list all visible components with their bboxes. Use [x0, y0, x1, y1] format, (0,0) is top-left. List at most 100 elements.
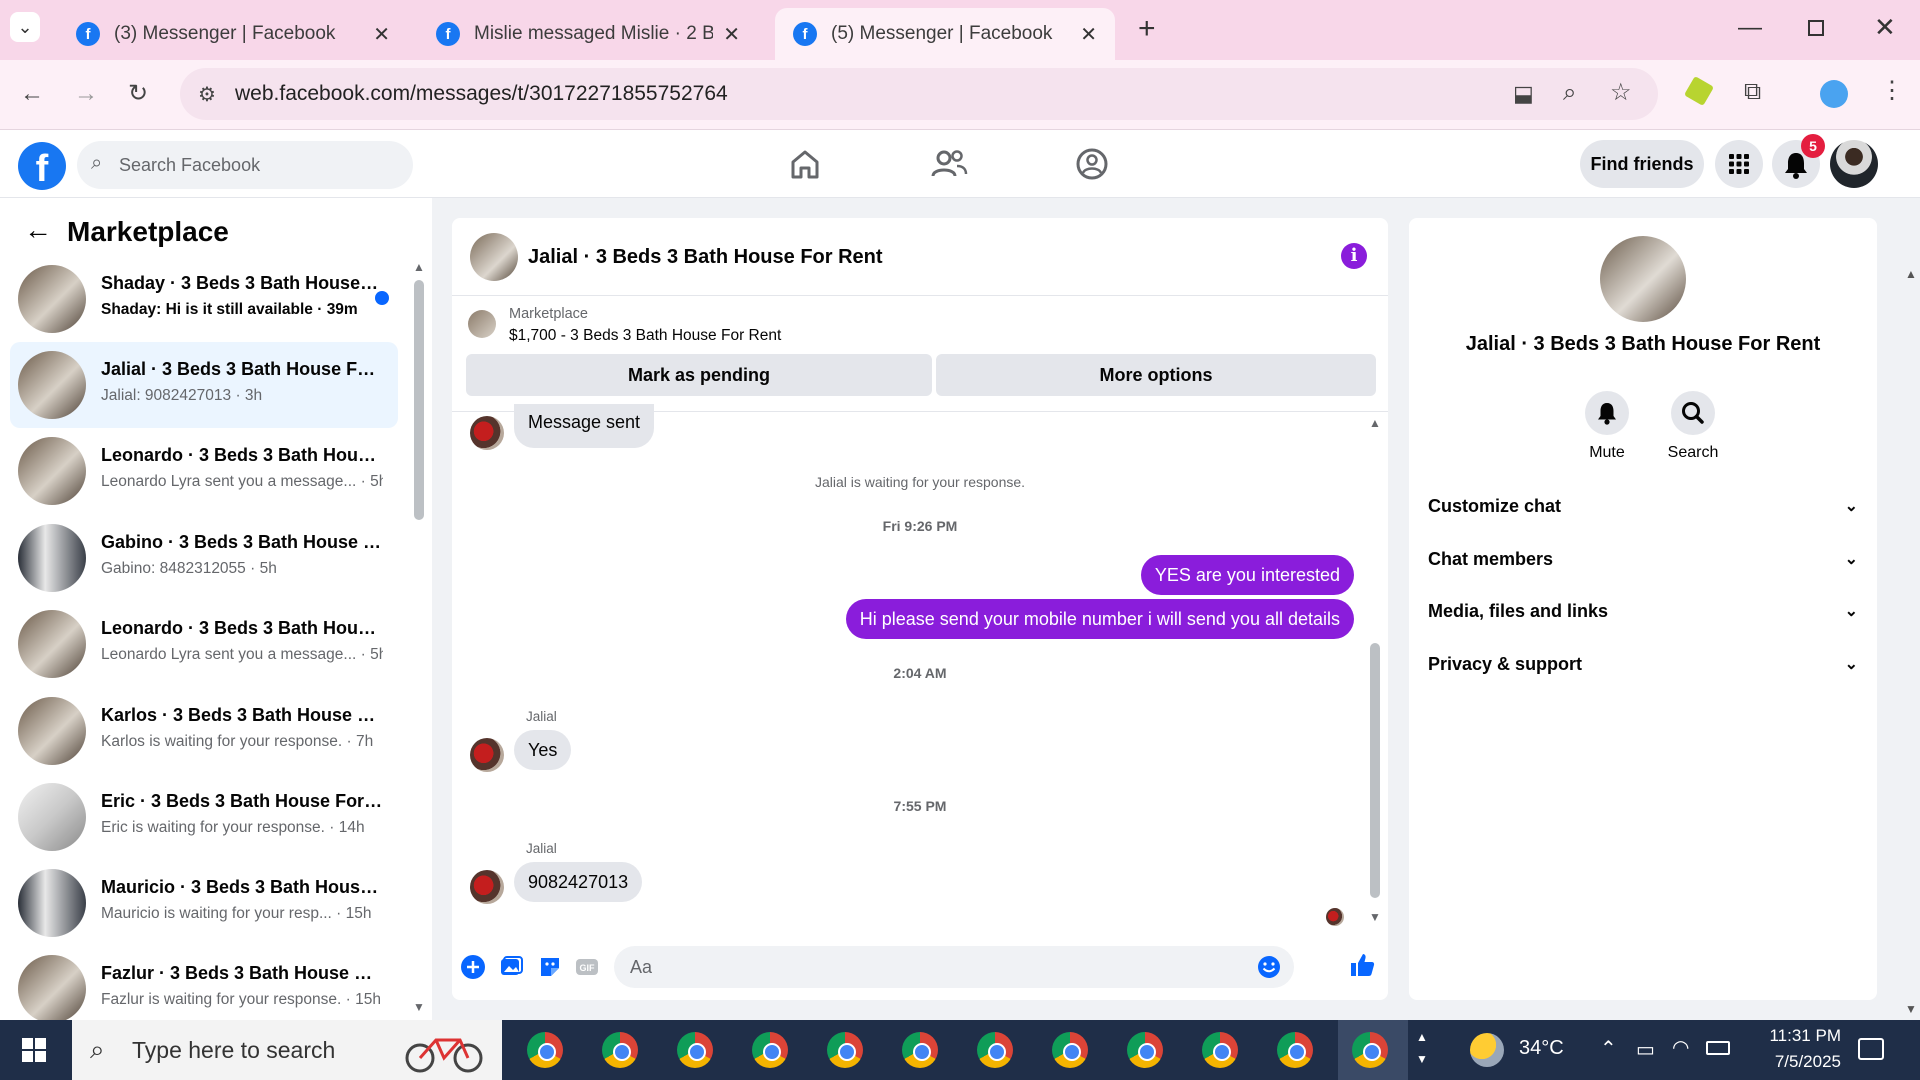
message-bubble-incoming[interactable]: 9082427013	[514, 862, 643, 902]
conversation-item[interactable]: Eric · 3 Beds 3 Bath House For Rent Eric…	[10, 774, 398, 860]
chevron-up-icon[interactable]: ⌃	[1600, 1036, 1617, 1061]
browser-tab-1[interactable]: f (3) Messenger | Facebook ✕	[58, 8, 408, 60]
restore-icon[interactable]	[1808, 20, 1824, 36]
emoji-icon[interactable]	[1257, 955, 1281, 979]
windows-start-icon[interactable]	[22, 1038, 46, 1062]
conversation-item[interactable]: Gabino · 3 Beds 3 Bath House For Rent Ga…	[10, 515, 398, 601]
home-icon[interactable]	[785, 144, 825, 184]
customize-chat-section[interactable]: Customize chat ⌄	[1428, 496, 1858, 517]
conversation-item[interactable]: Fazlur · 3 Beds 3 Bath House For Rent Fa…	[10, 946, 398, 1020]
chrome-taskbar-icon[interactable]	[1202, 1032, 1238, 1068]
forward-arrow-icon[interactable]: →	[74, 80, 98, 108]
message-bubble-incoming[interactable]: Message sent	[514, 404, 655, 448]
message-bubble-outgoing[interactable]: Hi please send your mobile number i will…	[845, 599, 1354, 639]
battery-icon[interactable]	[1706, 1041, 1730, 1055]
site-info-icon[interactable]: ⚙	[198, 82, 216, 107]
browser-menu-icon[interactable]: ⋮	[1880, 76, 1904, 105]
sidebar-scrollbar[interactable]	[414, 280, 424, 520]
conversation-item[interactable]: Shaday · 3 Beds 3 Bath House For Rent Sh…	[10, 256, 398, 342]
chrome-taskbar-icon[interactable]	[602, 1032, 638, 1068]
account-avatar[interactable]	[1830, 140, 1878, 188]
conversation-item[interactable]: Jalial · 3 Beds 3 Bath House For Rent Ja…	[10, 342, 398, 428]
chrome-taskbar-icon[interactable]	[1277, 1032, 1313, 1068]
friends-icon[interactable]	[929, 144, 969, 184]
chrome-taskbar-icon[interactable]	[902, 1032, 938, 1068]
conversation-item[interactable]: Mauricio · 3 Beds 3 Bath House For Rent …	[10, 860, 398, 946]
search-button[interactable]: Search	[1663, 391, 1723, 462]
browser-tab-2[interactable]: f Mislie messaged Mislie · 2 Beds ✕	[418, 8, 758, 60]
close-tab-icon[interactable]: ✕	[1080, 22, 1097, 47]
close-window-icon[interactable]: ✕	[1874, 12, 1896, 43]
install-app-icon[interactable]: ⬓	[1513, 81, 1534, 107]
taskbar-search-placeholder: Type here to search	[132, 1037, 336, 1063]
mark-as-pending-button[interactable]: Mark as pending	[466, 354, 932, 396]
conversation-item[interactable]: Leonardo · 3 Beds 3 Bath House For Rent …	[10, 428, 398, 514]
info-icon[interactable]: i	[1341, 243, 1367, 269]
scroll-down-arrow-icon[interactable]: ▼	[1369, 910, 1381, 924]
chrome-taskbar-icon[interactable]	[677, 1032, 713, 1068]
address-bar[interactable]: ⚙ web.facebook.com/messages/t/3017227185…	[180, 68, 1658, 120]
conversation-item[interactable]: Karlos · 3 Beds 3 Bath House For Rent Ka…	[10, 688, 398, 774]
chat-avatar[interactable]	[470, 233, 518, 281]
weather-icon[interactable]	[1470, 1033, 1504, 1067]
chat-scrollbar[interactable]	[1370, 643, 1380, 898]
sticker-icon[interactable]	[537, 954, 563, 980]
listing-price[interactable]: $1,700 - 3 Beds 3 Bath House For Rent	[509, 327, 781, 345]
profile-extension-icon[interactable]	[1820, 80, 1848, 108]
photo-icon[interactable]	[498, 954, 524, 980]
weather-temperature[interactable]: 34°C	[1519, 1037, 1564, 1060]
device-icon[interactable]: ▭	[1636, 1037, 1655, 1062]
chrome-taskbar-icon[interactable]	[752, 1032, 788, 1068]
new-tab-button[interactable]: +	[1138, 12, 1156, 46]
taskbar-scroll-icon[interactable]: ▲ ▼	[1416, 1026, 1428, 1070]
chrome-taskbar-icon[interactable]	[1052, 1032, 1088, 1068]
find-friends-button[interactable]: Find friends	[1580, 140, 1704, 188]
privacy-support-section[interactable]: Privacy & support ⌄	[1428, 654, 1858, 675]
reload-icon[interactable]: ↻	[128, 79, 148, 108]
close-tab-icon[interactable]: ✕	[373, 22, 390, 47]
page-scroll-up-icon[interactable]: ▲	[1905, 267, 1917, 281]
tab-search-button[interactable]: ⌄	[10, 12, 40, 42]
back-arrow-icon[interactable]: ←	[24, 214, 52, 246]
media-files-links-section[interactable]: Media, files and links ⌄	[1428, 601, 1858, 622]
message-bubble-incoming[interactable]: Yes	[514, 730, 572, 770]
facebook-search-input[interactable]: ⌕ Search Facebook	[77, 141, 413, 189]
wifi-icon[interactable]: ◠	[1672, 1035, 1689, 1060]
clock-date[interactable]: 7/5/2025	[1751, 1052, 1841, 1072]
conversation-item[interactable]: Leonardo · 3 Beds 3 Bath House For Rent …	[10, 601, 398, 687]
chrome-taskbar-icon[interactable]	[1127, 1032, 1163, 1068]
back-arrow-icon[interactable]: ←	[20, 80, 44, 108]
chrome-taskbar-icon[interactable]	[977, 1032, 1013, 1068]
minimize-icon[interactable]: —	[1738, 14, 1762, 42]
notification-center-icon[interactable]	[1858, 1038, 1884, 1060]
chat-members-section[interactable]: Chat members ⌄	[1428, 549, 1858, 570]
gif-icon[interactable]: GIF	[574, 954, 600, 980]
menu-grid-button[interactable]	[1715, 140, 1763, 188]
scroll-down-arrow-icon[interactable]: ▼	[413, 1000, 425, 1014]
taskbar-search[interactable]: ⌕ Type here to search	[72, 1020, 502, 1080]
groups-icon[interactable]	[1072, 144, 1112, 184]
bookmark-star-icon[interactable]: ☆	[1610, 78, 1632, 107]
chat-title[interactable]: Jalial · 3 Beds 3 Bath House For Rent	[528, 246, 883, 269]
page-scroll-down-icon[interactable]: ▼	[1905, 1002, 1917, 1016]
clock-time[interactable]: 11:31 PM	[1751, 1026, 1841, 1046]
scroll-up-arrow-icon[interactable]: ▲	[413, 260, 425, 274]
more-options-button[interactable]: More options	[936, 354, 1376, 396]
url-text[interactable]: web.facebook.com/messages/t/301722718557…	[235, 82, 728, 106]
like-thumb-icon[interactable]	[1348, 951, 1376, 979]
browser-tab-3[interactable]: f (5) Messenger | Facebook ✕	[775, 8, 1115, 60]
message-bubble-outgoing[interactable]: YES are you interested	[1140, 555, 1354, 595]
conversation-avatar[interactable]	[1600, 236, 1686, 322]
chrome-taskbar-icon[interactable]	[527, 1032, 563, 1068]
mute-button[interactable]: Mute	[1577, 391, 1637, 462]
scroll-up-arrow-icon[interactable]: ▲	[1369, 416, 1381, 430]
zoom-icon[interactable]: ⌕	[1563, 79, 1576, 107]
extensions-puzzle-icon[interactable]: ⧉	[1744, 78, 1761, 106]
chrome-taskbar-icon[interactable]	[1352, 1032, 1388, 1068]
chrome-taskbar-icon[interactable]	[827, 1032, 863, 1068]
plus-icon[interactable]	[460, 954, 486, 980]
facebook-logo[interactable]: f	[18, 142, 66, 190]
extension-cube-icon[interactable]	[1683, 75, 1715, 107]
close-tab-icon[interactable]: ✕	[723, 22, 740, 47]
message-input[interactable]: Aa	[614, 946, 1294, 988]
